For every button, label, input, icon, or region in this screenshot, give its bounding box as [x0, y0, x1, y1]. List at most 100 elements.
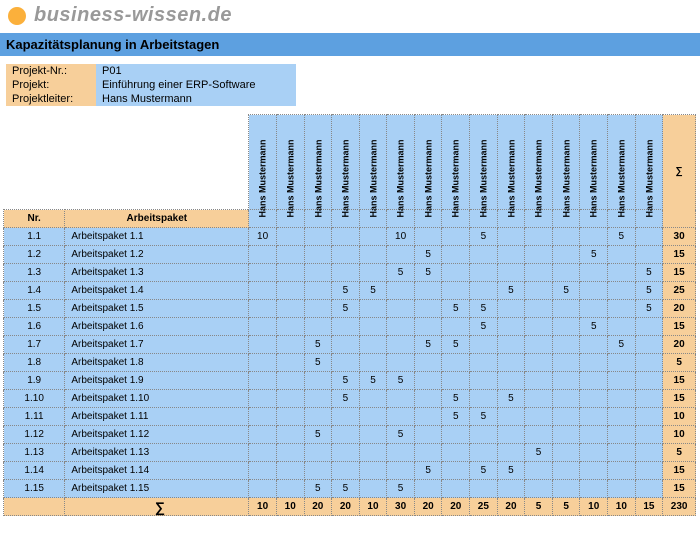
cell-coltotal: 30 [387, 498, 415, 516]
cell-val: 5 [608, 228, 636, 246]
cell-rowsum: 20 [663, 336, 696, 354]
cell-val [249, 354, 277, 372]
cell-val [635, 318, 663, 336]
meta-table: Projekt-Nr.: P01 Projekt: Einführung ein… [6, 64, 296, 106]
cell-val [359, 228, 387, 246]
cell-val [304, 372, 332, 390]
resource-header: Hans Mustermann [580, 115, 608, 210]
cell-rowsum: 5 [663, 444, 696, 462]
cell-val [635, 444, 663, 462]
cell-val [608, 282, 636, 300]
meta-label-projnr: Projekt-Nr.: [6, 64, 96, 78]
table-row: 1.14Arbeitspaket 1.1455515 [4, 462, 696, 480]
resource-header: Hans Mustermann [387, 115, 415, 210]
cell-val [276, 336, 304, 354]
cell-rowsum: 10 [663, 408, 696, 426]
resource-header: Hans Mustermann [608, 115, 636, 210]
cell-nr: 1.2 [4, 246, 65, 264]
logo-row: business-wissen.de [0, 0, 700, 31]
cell-val: 5 [552, 282, 580, 300]
cell-val [635, 462, 663, 480]
resource-header: Hans Mustermann [525, 115, 553, 210]
cell-val [580, 228, 608, 246]
cell-val [470, 246, 498, 264]
table-row: 1.1Arbeitspaket 1.110105530 [4, 228, 696, 246]
cell-val [304, 462, 332, 480]
cell-ap: Arbeitspaket 1.9 [65, 372, 249, 390]
cell-nr: 1.12 [4, 426, 65, 444]
cell-val [332, 318, 360, 336]
cell-val [387, 462, 415, 480]
cell-val: 5 [442, 408, 470, 426]
table-row: 1.13Arbeitspaket 1.1355 [4, 444, 696, 462]
cell-val [276, 390, 304, 408]
cell-val [470, 336, 498, 354]
cell-nr: 1.3 [4, 264, 65, 282]
header-row-resources: Hans Mustermann Hans Mustermann Hans Mus… [4, 115, 696, 210]
cell-rowsum: 15 [663, 480, 696, 498]
cell-val [497, 228, 525, 246]
cell-ap: Arbeitspaket 1.1 [65, 228, 249, 246]
cell-val: 5 [442, 300, 470, 318]
cell-val [387, 282, 415, 300]
cell-val [497, 246, 525, 264]
cell-val [414, 372, 442, 390]
cell-val: 5 [359, 282, 387, 300]
cell-val [608, 462, 636, 480]
cell-val [552, 264, 580, 282]
cell-val [387, 336, 415, 354]
page-title: Kapazitätsplanung in Arbeitstagen [0, 33, 700, 56]
cell-val [359, 408, 387, 426]
cell-coltotal: 10 [276, 498, 304, 516]
cell-val [608, 354, 636, 372]
cell-val: 5 [387, 372, 415, 390]
cell-val [332, 228, 360, 246]
cell-val [635, 426, 663, 444]
cell-rowsum: 15 [663, 390, 696, 408]
cell-val [332, 246, 360, 264]
cell-val [359, 426, 387, 444]
cell-ap: Arbeitspaket 1.11 [65, 408, 249, 426]
cell-ap: Arbeitspaket 1.3 [65, 264, 249, 282]
cell-coltotal: 5 [552, 498, 580, 516]
cell-val [387, 444, 415, 462]
cell-val: 5 [580, 246, 608, 264]
totals-row: ∑1010202010302020252055101015230 [4, 498, 696, 516]
table-row: 1.11Arbeitspaket 1.115510 [4, 408, 696, 426]
cell-ap: Arbeitspaket 1.14 [65, 462, 249, 480]
cell-grandtotal: 230 [663, 498, 696, 516]
cell-nr: 1.8 [4, 354, 65, 372]
cell-val: 5 [414, 264, 442, 282]
cell-coltotal: 20 [497, 498, 525, 516]
cell-val: 5 [470, 408, 498, 426]
cell-val [276, 444, 304, 462]
table-row: 1.12Arbeitspaket 1.125510 [4, 426, 696, 444]
cell-val [470, 372, 498, 390]
cell-val [414, 318, 442, 336]
col-header-nr: Nr. [4, 210, 65, 228]
resource-header: Hans Mustermann [552, 115, 580, 210]
cell-val [359, 480, 387, 498]
cell-val [249, 372, 277, 390]
cell-rowsum: 10 [663, 426, 696, 444]
cell-val [276, 246, 304, 264]
cell-val [525, 282, 553, 300]
cell-rowsum: 15 [663, 318, 696, 336]
cell-val [608, 390, 636, 408]
cell-val [497, 480, 525, 498]
cell-val [304, 408, 332, 426]
cell-coltotal: 15 [635, 498, 663, 516]
cell-val [525, 408, 553, 426]
cell-val [552, 300, 580, 318]
cell-val: 5 [414, 462, 442, 480]
meta-value-projnr: P01 [96, 64, 296, 78]
cell-val [442, 318, 470, 336]
cell-val [525, 264, 553, 282]
cell-val [414, 300, 442, 318]
cell-nr: 1.1 [4, 228, 65, 246]
cell-val [580, 480, 608, 498]
cell-val [387, 246, 415, 264]
cell-val: 5 [304, 336, 332, 354]
cell-val [497, 318, 525, 336]
cell-val: 5 [442, 390, 470, 408]
